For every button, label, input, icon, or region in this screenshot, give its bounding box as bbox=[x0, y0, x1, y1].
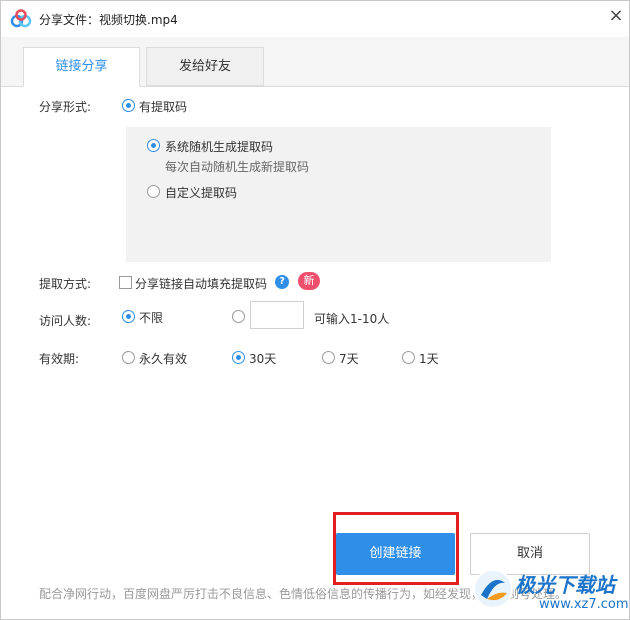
validity-30d-label: 30天 bbox=[249, 352, 277, 366]
validity-permanent-radio[interactable] bbox=[122, 351, 135, 364]
visitors-label: 访问人数: bbox=[39, 314, 92, 328]
visitor-count-input[interactable] bbox=[250, 301, 304, 329]
with-code-radio[interactable] bbox=[122, 99, 135, 112]
random-code-desc: 每次自动随机生成新提取码 bbox=[165, 160, 310, 174]
new-badge: 新 bbox=[298, 272, 320, 290]
validity-label: 有效期: bbox=[39, 352, 80, 366]
autofill-code-checkbox[interactable] bbox=[119, 276, 132, 289]
tab-bar: 链接分享 发给好友 bbox=[1, 37, 629, 87]
watermark-logo-icon bbox=[473, 569, 513, 609]
visitor-count-hint: 可输入1-10人 bbox=[314, 312, 390, 326]
validity-1d-radio[interactable] bbox=[402, 351, 415, 364]
title-bar: 分享文件：视频切换.mp4 × bbox=[1, 1, 629, 37]
watermark-url: www.xz7.com bbox=[539, 597, 629, 612]
watermark: 极光下载站 www.xz7.com bbox=[473, 567, 629, 617]
validity-7d-radio[interactable] bbox=[322, 351, 335, 364]
validity-1d-label: 1天 bbox=[419, 352, 439, 366]
close-icon[interactable]: × bbox=[604, 5, 628, 29]
help-icon[interactable]: ? bbox=[275, 275, 289, 289]
baidu-netdisk-logo-icon bbox=[10, 9, 32, 28]
unlimited-visitors-radio[interactable] bbox=[122, 310, 135, 323]
tab-link-share[interactable]: 链接分享 bbox=[23, 47, 140, 87]
random-code-radio[interactable] bbox=[147, 139, 160, 152]
validity-30d-radio[interactable] bbox=[232, 351, 245, 364]
extract-method-label: 提取方式: bbox=[39, 277, 92, 291]
watermark-title: 极光下载站 bbox=[515, 573, 615, 597]
share-form-label: 分享形式: bbox=[39, 100, 92, 114]
autofill-code-label: 分享链接自动填充提取码 bbox=[135, 277, 268, 291]
random-code-label: 系统随机生成提取码 bbox=[165, 140, 274, 154]
validity-permanent-label: 永久有效 bbox=[139, 352, 188, 366]
unlimited-visitors-label: 不限 bbox=[139, 311, 164, 325]
window-title: 分享文件：视频切换.mp4 bbox=[39, 13, 178, 27]
custom-code-label: 自定义提取码 bbox=[165, 186, 238, 200]
custom-code-radio[interactable] bbox=[147, 185, 160, 198]
share-dialog: 分享文件：视频切换.mp4 × 链接分享 发给好友 分享形式: 有提取码 系统随… bbox=[0, 0, 630, 620]
tab-send-to-friend[interactable]: 发给好友 bbox=[146, 47, 264, 86]
validity-7d-label: 7天 bbox=[339, 352, 359, 366]
limited-visitors-radio[interactable] bbox=[232, 310, 245, 323]
with-code-label: 有提取码 bbox=[139, 100, 188, 114]
highlight-box bbox=[333, 512, 459, 585]
